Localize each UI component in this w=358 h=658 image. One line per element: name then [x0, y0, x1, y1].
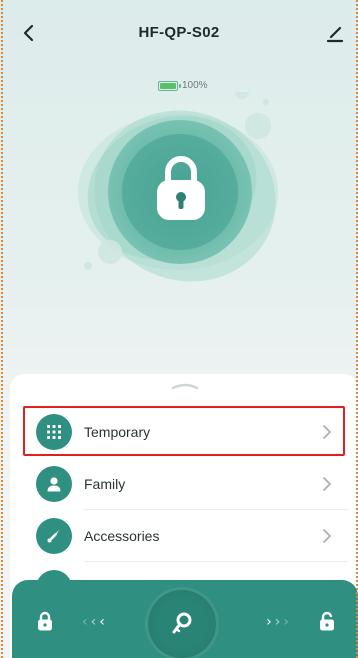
row-divider [84, 561, 348, 562]
sheet-handle[interactable] [171, 382, 199, 390]
menu-item-label: Accessories [84, 528, 160, 544]
wrench-icon [47, 529, 60, 543]
menu-item-temporary[interactable]: Temporary [10, 406, 348, 458]
padlock-icon [157, 156, 205, 220]
chevron-right-icon [323, 425, 331, 439]
menu-item-icon-circle [36, 466, 72, 502]
lock-control-bar: ‹‹‹ ››› [12, 580, 358, 658]
battery-fill [160, 82, 176, 89]
page-title: HF-QP-S02 [138, 24, 220, 41]
lock-icon[interactable] [34, 610, 56, 632]
lock-status-graphic [60, 92, 300, 292]
key-icon [172, 612, 192, 634]
menu-item-icon-circle [36, 414, 72, 450]
battery-icon [158, 80, 181, 91]
header: HF-QP-S02 [0, 0, 358, 64]
slide-left-arrows: ‹‹‹ [82, 614, 108, 630]
menu-item-label: Temporary [84, 424, 151, 440]
unlock-key-button[interactable] [148, 590, 216, 658]
pencil-icon [326, 26, 344, 43]
battery-level: 100% [182, 80, 208, 91]
chevron-right-icon [323, 529, 331, 543]
lock-detail-screen: HF-QP-S02 100% Temporary Family Accessor… [0, 0, 358, 658]
menu-list: Temporary Family Accessories [10, 406, 348, 562]
slide-right-arrows: ››› [266, 614, 292, 630]
person-icon [47, 477, 61, 492]
menu-item-accessories[interactable]: Accessories [10, 510, 348, 562]
chevron-right-icon [323, 477, 331, 491]
menu-item-icon-circle [36, 518, 72, 554]
menu-item-label: Family [84, 476, 126, 492]
unlock-icon[interactable] [316, 610, 338, 632]
edit-button[interactable] [324, 22, 346, 44]
keypad-grid-icon [47, 425, 61, 439]
menu-item-family[interactable]: Family [10, 458, 348, 510]
screenshot-border-left [1, 0, 3, 658]
battery-status: 100% [158, 80, 208, 91]
